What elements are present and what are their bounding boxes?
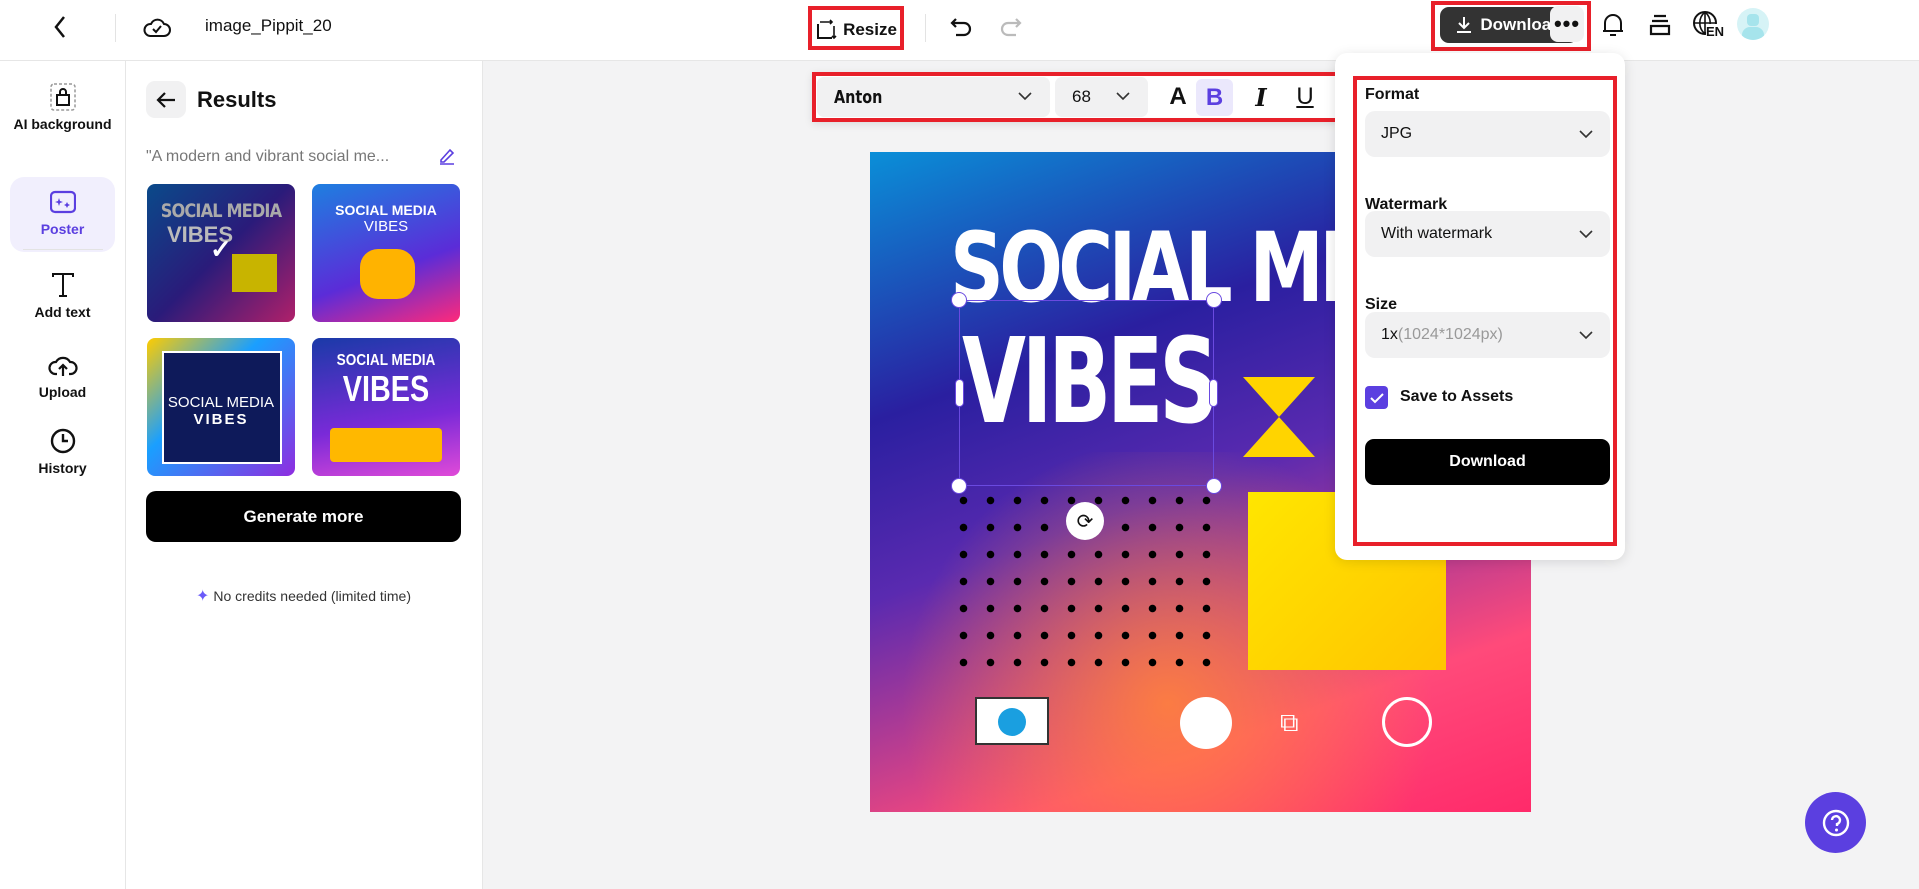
cloud-saved-icon[interactable] xyxy=(142,12,172,42)
help-icon xyxy=(1822,809,1849,836)
rail-label: Poster xyxy=(40,221,85,237)
rail-label: Upload xyxy=(38,384,87,400)
generate-more-button[interactable]: Generate more xyxy=(146,491,461,542)
help-button[interactable] xyxy=(1805,792,1866,853)
text-selection-box[interactable] xyxy=(951,292,1222,494)
divider xyxy=(115,14,116,42)
rail-label: AI background xyxy=(13,116,112,132)
thumb-subtitle: VIBES xyxy=(363,218,409,235)
rotate-handle-icon[interactable]: ⟳ xyxy=(1066,502,1104,540)
font-size-value: 68 xyxy=(1072,87,1091,106)
back-chevron-icon[interactable] xyxy=(48,12,72,42)
credits-note-text: No credits needed (limited time) xyxy=(213,588,412,604)
rail-item-poster[interactable]: Poster xyxy=(10,177,115,252)
result-thumbnail[interactable]: SOCIAL MEDIA VIBES xyxy=(147,338,295,476)
format-value: JPG xyxy=(1381,125,1413,142)
layers-icon[interactable] xyxy=(1645,8,1675,42)
save-to-assets-checkbox[interactable] xyxy=(1365,386,1388,409)
result-thumbnail[interactable]: SOCIAL MEDIA VIBES xyxy=(312,338,460,476)
thumb-title: SOCIAL MEDIA xyxy=(160,200,282,222)
thumb-title: SOCIAL MEDIA xyxy=(335,202,437,218)
poster-icon xyxy=(10,187,115,217)
save-to-assets-label[interactable]: Save to Assets xyxy=(1400,388,1513,406)
bold-icon[interactable]: B xyxy=(1196,79,1233,116)
chevron-down-icon xyxy=(1579,230,1593,239)
size-value: 1x xyxy=(1381,326,1398,343)
text-icon xyxy=(10,270,115,300)
divider xyxy=(925,14,926,42)
size-select[interactable]: 1x (1024*1024px) xyxy=(1365,312,1610,358)
chevron-down-icon xyxy=(1579,130,1593,139)
format-select[interactable]: JPG xyxy=(1365,111,1610,157)
rail-label: Add text xyxy=(34,304,91,320)
divider xyxy=(23,249,103,250)
sparkle-icon: ✦ xyxy=(195,588,210,605)
format-label: Format xyxy=(1365,86,1420,103)
font-size-select[interactable]: 68 xyxy=(1055,77,1148,117)
more-options-icon[interactable]: ••• xyxy=(1550,6,1584,42)
upload-icon xyxy=(10,350,115,380)
size-detail: (1024*1024px) xyxy=(1397,326,1503,343)
results-title: Results xyxy=(197,87,277,112)
chevron-down-icon xyxy=(1018,92,1032,101)
selected-check-icon: ✓ xyxy=(210,234,232,264)
watermark-select[interactable]: With watermark xyxy=(1365,211,1610,257)
chevron-down-icon xyxy=(1116,92,1130,101)
divider xyxy=(125,61,126,889)
phone-window-icon xyxy=(975,697,1049,745)
watermark-value: With watermark xyxy=(1381,225,1493,242)
language-globe-icon[interactable]: EN xyxy=(1692,8,1728,44)
hourglass-shape xyxy=(1243,417,1315,457)
rail-item-history[interactable]: History xyxy=(10,426,115,476)
devices-icon: ⧉ xyxy=(1280,707,1299,737)
download-confirm-button[interactable]: Download xyxy=(1365,439,1610,485)
result-thumbnail[interactable]: SOCIAL MEDIA VIBES xyxy=(312,184,460,322)
resize-icon xyxy=(817,19,837,40)
credits-note: ✦ No credits needed (limited time) xyxy=(146,586,461,606)
history-icon xyxy=(10,426,115,456)
result-thumbnail[interactable]: SOCIAL MEDIA VIBES ✓ xyxy=(147,184,295,322)
thumb-subtitle: VIBES xyxy=(193,411,249,428)
resize-button[interactable]: Resize xyxy=(812,12,900,48)
bell-icon[interactable] xyxy=(1598,8,1628,42)
rail-item-add-text[interactable]: Add text xyxy=(10,270,115,320)
thumb-title: SOCIAL MEDIA xyxy=(167,394,275,411)
language-label: EN xyxy=(1706,24,1725,39)
prompt-text: "A modern and vibrant social me... xyxy=(146,148,390,165)
results-back-button[interactable] xyxy=(146,81,186,118)
rail-item-upload[interactable]: Upload xyxy=(10,350,115,400)
ai-background-icon xyxy=(10,82,115,112)
rail-label: History xyxy=(38,460,87,476)
font-value: Anton xyxy=(834,86,883,108)
arrow-left-icon xyxy=(156,91,175,108)
avatar[interactable] xyxy=(1737,8,1769,40)
italic-icon[interactable]: I xyxy=(1243,79,1279,115)
thumb-subtitle: VIBES xyxy=(342,368,430,409)
edit-pencil-icon[interactable] xyxy=(437,146,457,166)
checkmark-icon xyxy=(1369,392,1384,403)
font-family-select[interactable]: Anton xyxy=(817,77,1050,117)
globe-icon xyxy=(1382,697,1432,747)
hourglass-shape xyxy=(1243,377,1315,417)
undo-icon[interactable] xyxy=(948,12,974,40)
chevron-down-icon xyxy=(1579,331,1593,340)
download-icon xyxy=(1457,17,1472,33)
file-name[interactable]: image_Pippit_20 xyxy=(205,16,332,36)
document-icon xyxy=(1180,697,1232,749)
redo-icon[interactable] xyxy=(998,12,1024,40)
text-color-icon[interactable]: A xyxy=(1160,79,1196,115)
underline-icon[interactable]: U xyxy=(1287,79,1323,115)
rail-item-ai-background[interactable]: AI background xyxy=(10,82,115,132)
resize-label: Resize xyxy=(843,20,897,39)
